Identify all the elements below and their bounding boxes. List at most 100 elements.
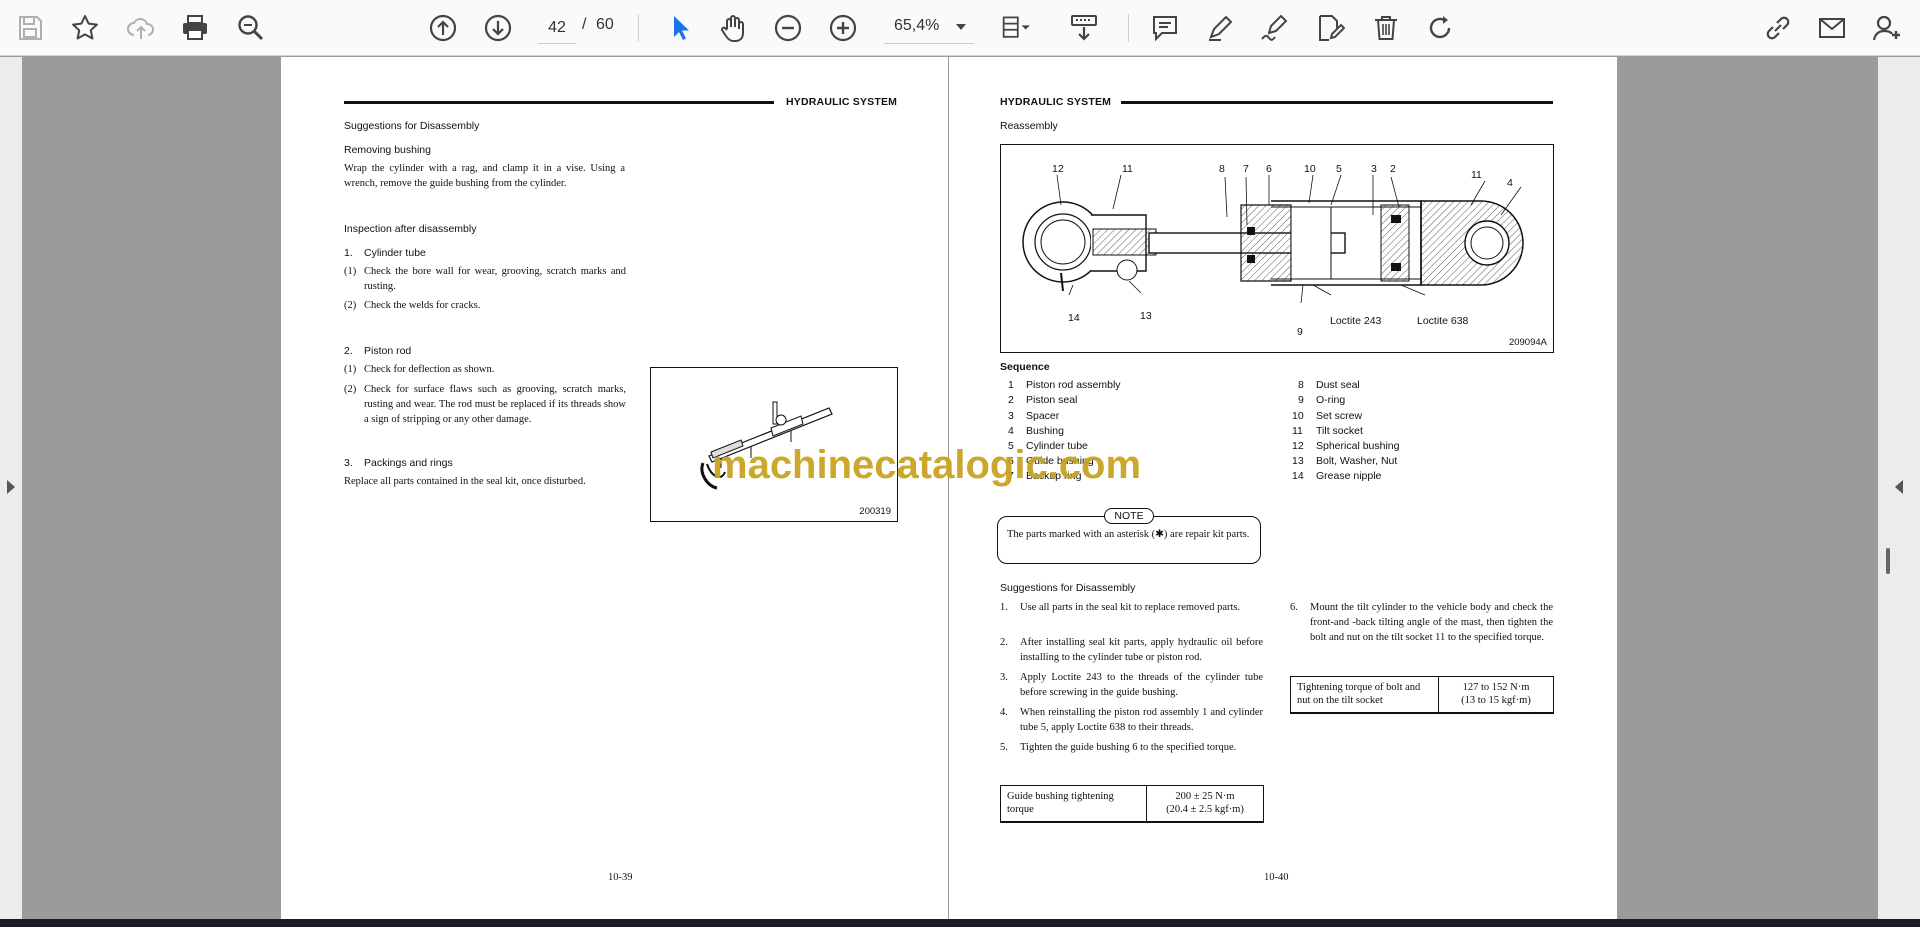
sequence-label: Dust seal bbox=[1316, 379, 1360, 391]
callout-2: 2 bbox=[1390, 163, 1396, 175]
callout-11: 11 bbox=[1471, 169, 1482, 181]
page-number: 10-40 bbox=[1264, 872, 1289, 883]
sequence-number: 14 bbox=[1292, 470, 1304, 482]
step-text: Apply Loctite 243 to the threads of the … bbox=[1020, 672, 1263, 698]
zoom-in-icon[interactable] bbox=[823, 8, 863, 48]
sequence-label: Spherical bushing bbox=[1316, 440, 1400, 452]
toolbar: / 60 65,4% bbox=[0, 0, 1920, 56]
subsection-title: Removing bushing bbox=[344, 144, 431, 156]
page-number-input[interactable] bbox=[538, 12, 576, 44]
page-up-icon[interactable] bbox=[423, 8, 463, 48]
figure-id: 200319 bbox=[859, 506, 891, 517]
edit-text-icon[interactable] bbox=[1310, 8, 1350, 48]
step-text: After installing seal kit parts, apply h… bbox=[1020, 637, 1263, 663]
callout-7: 7 bbox=[1243, 163, 1249, 175]
item-number: 1. bbox=[344, 247, 353, 259]
paragraph: Check the welds for cracks. bbox=[364, 300, 481, 311]
sequence-label: Tilt socket bbox=[1316, 425, 1363, 437]
section-title: Suggestions for Disassembly bbox=[344, 120, 480, 132]
table-cell-value: 127 to 152 N·m (13 to 15 kgf·m) bbox=[1438, 676, 1554, 713]
note-label: NOTE bbox=[1104, 508, 1154, 524]
delete-icon[interactable] bbox=[1366, 8, 1406, 48]
callout-4: 4 bbox=[1507, 177, 1513, 189]
zoom-select[interactable]: 65,4% bbox=[884, 12, 974, 44]
hand-pan-icon[interactable] bbox=[714, 8, 754, 48]
item-title: Piston rod bbox=[364, 345, 412, 357]
toolbar-divider bbox=[638, 14, 639, 42]
email-icon[interactable] bbox=[1812, 8, 1852, 48]
expand-left-panel-icon[interactable] bbox=[7, 480, 15, 494]
step-number: 2. bbox=[1000, 637, 1008, 648]
pdf-page-left: HYDRAULIC SYSTEM Suggestions for Disasse… bbox=[281, 57, 948, 919]
rotate-icon[interactable] bbox=[1420, 8, 1460, 48]
section-title: Suggestions for Disassembly bbox=[1000, 582, 1136, 594]
page-down-icon[interactable] bbox=[478, 8, 518, 48]
item-title: Packings and rings bbox=[364, 457, 453, 469]
left-panel-rail[interactable] bbox=[0, 57, 22, 919]
print-icon[interactable] bbox=[175, 8, 215, 48]
total-pages: 60 bbox=[596, 16, 614, 33]
vertical-scrollbar[interactable] bbox=[1886, 548, 1890, 574]
sequence-number: 2 bbox=[1008, 394, 1014, 406]
step-number: 5. bbox=[1000, 742, 1008, 753]
callout-8: 8 bbox=[1219, 163, 1225, 175]
cloud-upload-icon[interactable] bbox=[121, 8, 161, 48]
sequence-label: Set screw bbox=[1316, 410, 1363, 422]
zoom-out-icon[interactable] bbox=[768, 8, 808, 48]
table-value: (20.4 ± 2.5 kgf·m) bbox=[1166, 804, 1244, 816]
comment-icon[interactable] bbox=[1145, 8, 1185, 48]
table-cell-label: Tightening torque of bolt and nut on the… bbox=[1290, 676, 1439, 713]
step-text: Tighten the guide bushing 6 to the speci… bbox=[1020, 742, 1237, 753]
item-number: (1) bbox=[344, 266, 357, 277]
callout-5: 5 bbox=[1336, 163, 1342, 175]
page-header-title: HYDRAULIC SYSTEM bbox=[1000, 96, 1112, 108]
scroll-mode-icon[interactable] bbox=[1064, 8, 1104, 48]
page-header-title: HYDRAULIC SYSTEM bbox=[786, 96, 898, 108]
sequence-number: 13 bbox=[1292, 455, 1304, 467]
sequence-number: 8 bbox=[1298, 379, 1304, 391]
table-cell-value: 200 ± 25 N·m (20.4 ± 2.5 kgf·m) bbox=[1146, 785, 1264, 822]
callout-6: 6 bbox=[1266, 163, 1272, 175]
add-user-icon[interactable] bbox=[1867, 8, 1907, 48]
header-rule bbox=[1121, 101, 1553, 104]
item-number: (2) bbox=[344, 300, 357, 311]
note-text: The parts marked with an asterisk (✱) ar… bbox=[1007, 529, 1250, 540]
watermark-text: machinecatalogic.com bbox=[712, 443, 1142, 487]
bookmark-star-icon[interactable] bbox=[65, 8, 105, 48]
sequence-label: Piston rod assembly bbox=[1026, 379, 1121, 391]
select-pointer-icon[interactable] bbox=[660, 8, 700, 48]
sequence-label: Piston seal bbox=[1026, 394, 1078, 406]
share-link-icon[interactable] bbox=[1758, 8, 1798, 48]
paragraph: Wrap the cylinder with a rag, and clamp … bbox=[344, 163, 625, 189]
callout-loctite-243: Loctite 243 bbox=[1330, 315, 1382, 327]
cylinder-cross-section-diagram bbox=[1022, 174, 1524, 304]
callout-10: 10 bbox=[1304, 163, 1316, 175]
callout-13: 13 bbox=[1140, 310, 1152, 322]
sequence-number: 9 bbox=[1298, 394, 1304, 406]
sequence-number: 1 bbox=[1008, 379, 1014, 391]
sign-pen-icon[interactable] bbox=[1254, 8, 1294, 48]
step-number: 1. bbox=[1000, 602, 1008, 613]
chevron-down-icon bbox=[956, 24, 966, 30]
page-number: 10-39 bbox=[608, 872, 633, 883]
page-view-icon[interactable] bbox=[996, 8, 1036, 48]
step-text: Mount the tilt cylinder to the vehicle b… bbox=[1310, 602, 1553, 643]
step-text: When reinstalling the piston rod assembl… bbox=[1020, 707, 1263, 733]
right-panel-rail[interactable] bbox=[1878, 57, 1920, 919]
item-number: (1) bbox=[344, 364, 357, 375]
toolbar-divider bbox=[1128, 14, 1129, 42]
figure-id: 209094A bbox=[1508, 337, 1547, 348]
expand-right-panel-icon[interactable] bbox=[1895, 480, 1903, 494]
sequence-label: O-ring bbox=[1316, 394, 1346, 406]
pdf-page-right: HYDRAULIC SYSTEM Reassembly 12 11 8 7 6 … bbox=[949, 57, 1617, 919]
highlight-pen-icon[interactable] bbox=[1200, 8, 1240, 48]
table-label: Tightening torque of bolt and nut on the… bbox=[1297, 682, 1421, 707]
sequence-number: 11 bbox=[1292, 425, 1303, 437]
zoom-search-icon[interactable] bbox=[231, 8, 271, 48]
table-cell-label: Guide bushing tightening torque bbox=[1000, 785, 1147, 822]
save-icon[interactable] bbox=[10, 8, 50, 48]
sequence-title: Sequence bbox=[1000, 361, 1050, 373]
callout-9: 9 bbox=[1297, 326, 1303, 338]
header-rule bbox=[344, 101, 774, 104]
sequence-label: Spacer bbox=[1026, 410, 1060, 422]
